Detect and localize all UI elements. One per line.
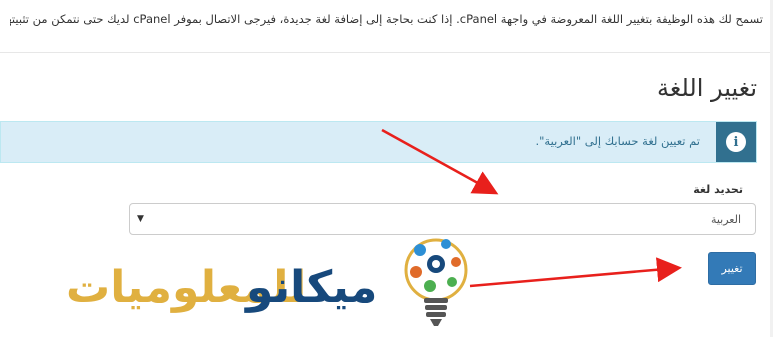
alert-icon-box: i: [716, 122, 756, 162]
language-select-label: تحديد لغة: [693, 183, 743, 196]
arrow-to-button: [469, 257, 682, 288]
info-icon: i: [726, 132, 746, 152]
alert-message: تم تعيين لغة حسابك إلى "العربية".: [535, 134, 700, 148]
info-alert: i تم تعيين لغة حسابك إلى "العربية".: [0, 121, 757, 163]
watermark-logo: للمعلوميات ميكانو: [66, 228, 476, 333]
logo-text-blue: ميكانو: [246, 262, 378, 313]
change-button[interactable]: تغيير: [708, 252, 756, 285]
intro-text: تسمح لك هذه الوظيفة بتغيير اللغة المعروض…: [10, 12, 763, 26]
language-select-value: العربية: [710, 213, 741, 226]
lightbulb-gear-icon: [404, 238, 468, 326]
divider: [0, 52, 773, 53]
chevron-down-icon: ▼: [137, 214, 144, 224]
page-title: تغيير اللغة: [657, 74, 757, 102]
